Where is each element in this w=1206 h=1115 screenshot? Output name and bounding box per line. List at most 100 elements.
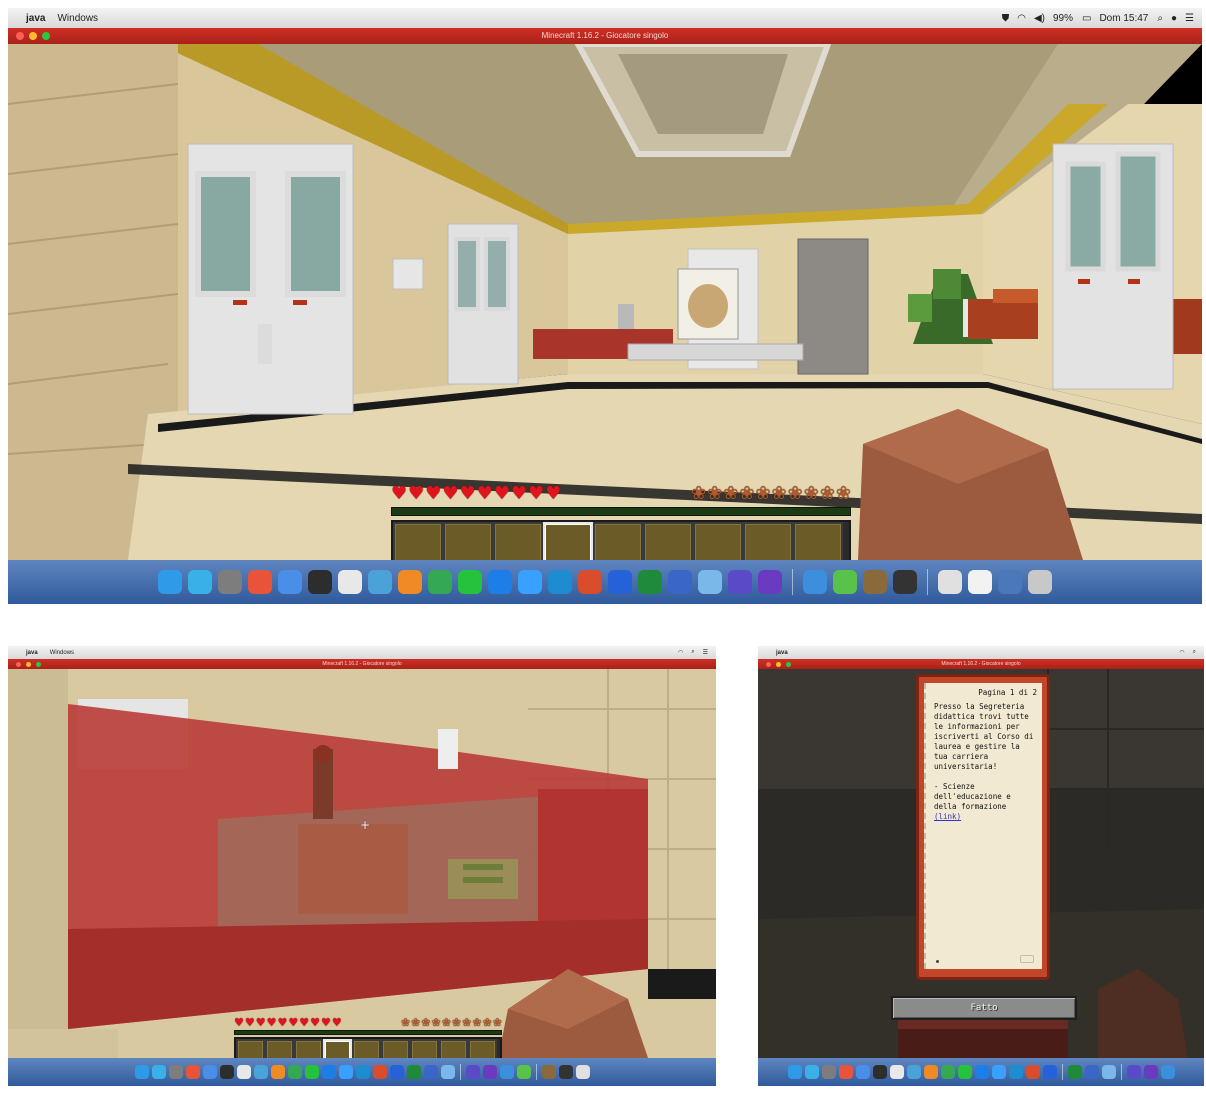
menu-window[interactable]: Windows — [50, 650, 74, 656]
book-link[interactable]: (link) — [934, 812, 961, 821]
dock-app-icon[interactable] — [219, 1065, 234, 1079]
dock-app-icon[interactable] — [287, 1065, 302, 1079]
dock-app-icon[interactable] — [558, 1065, 573, 1079]
close-icon[interactable] — [16, 32, 24, 40]
dock-app-icon[interactable] — [1025, 1065, 1040, 1079]
volume-icon[interactable]: ◀) — [1034, 13, 1045, 24]
dock-app-icon[interactable] — [938, 570, 962, 594]
search-icon[interactable]: ⌕ — [691, 649, 694, 656]
dock-app-icon[interactable] — [889, 1065, 904, 1079]
dock-app-icon[interactable] — [608, 570, 632, 594]
dock-app-icon[interactable] — [278, 570, 302, 594]
dock-app-icon[interactable] — [516, 1065, 531, 1079]
dock-app-icon[interactable] — [368, 570, 392, 594]
dock-app-icon[interactable] — [787, 1065, 802, 1079]
dock-app-icon[interactable] — [1042, 1065, 1057, 1079]
zoom-icon[interactable] — [786, 661, 791, 667]
close-icon[interactable] — [16, 661, 21, 667]
dock-app-icon[interactable] — [458, 570, 482, 594]
dock-app-icon[interactable] — [548, 570, 572, 594]
search-icon[interactable]: ⌕ — [1193, 649, 1196, 656]
game-viewport[interactable]: Pagina 1 di 2 Presso la Segreteria didat… — [758, 669, 1204, 1058]
dock-app-icon[interactable] — [398, 570, 422, 594]
dock-app-icon[interactable] — [838, 1065, 853, 1079]
dock-app-icon[interactable] — [482, 1065, 497, 1079]
dock-app-icon[interactable] — [855, 1065, 870, 1079]
wifi-icon[interactable]: ◠ — [1179, 649, 1184, 656]
hotbar-slot[interactable] — [352, 1039, 381, 1058]
done-button[interactable]: Fatto — [891, 996, 1077, 1020]
dock-app-icon[interactable] — [758, 570, 782, 594]
dock-app-icon[interactable] — [321, 1065, 336, 1079]
hotbar-slot[interactable] — [743, 522, 793, 560]
menu-app-name[interactable]: java — [26, 13, 45, 24]
dock-app-icon[interactable] — [428, 570, 452, 594]
zoom-icon[interactable] — [42, 32, 50, 40]
wifi-icon[interactable]: ◠ — [678, 649, 683, 656]
dock-app-icon[interactable] — [638, 570, 662, 594]
dock-app-icon[interactable] — [1008, 1065, 1023, 1079]
dock-app-icon[interactable] — [1126, 1065, 1141, 1079]
dock-app-icon[interactable] — [158, 570, 182, 594]
hotbar-slot[interactable] — [294, 1039, 323, 1058]
siri-icon[interactable]: ● — [1171, 13, 1177, 24]
close-icon[interactable] — [766, 661, 771, 667]
zoom-icon[interactable] — [36, 661, 41, 667]
dock-app-icon[interactable] — [168, 1065, 183, 1079]
dock-app-icon[interactable] — [1067, 1065, 1082, 1079]
hotbar-slot[interactable] — [323, 1039, 352, 1058]
hotbar-slot[interactable] — [393, 522, 443, 560]
dock-app-icon[interactable] — [372, 1065, 387, 1079]
menu-app-name[interactable]: java — [776, 650, 788, 656]
dock-app-icon[interactable] — [355, 1065, 370, 1079]
window-title-bar[interactable]: Minecraft 1.16.2 - Giocatore singolo — [8, 659, 716, 669]
dock-app-icon[interactable] — [465, 1065, 480, 1079]
dock-app-icon[interactable] — [518, 570, 542, 594]
window-title-bar[interactable]: Minecraft 1.16.2 - Giocatore singolo — [758, 659, 1204, 669]
dock-app-icon[interactable] — [499, 1065, 514, 1079]
dock-app-icon[interactable] — [389, 1065, 404, 1079]
trash-icon[interactable] — [1160, 1065, 1175, 1079]
search-icon[interactable]: ⌕ — [1157, 13, 1163, 24]
menu-app-name[interactable]: java — [26, 650, 38, 656]
battery-icon[interactable]: ▭ — [1082, 13, 1091, 24]
minimize-icon[interactable] — [29, 32, 37, 40]
dock-app-icon[interactable] — [253, 1065, 268, 1079]
hotbar-slot[interactable] — [410, 1039, 439, 1058]
menu-window[interactable]: Windows — [57, 13, 98, 24]
dock-app-icon[interactable] — [803, 570, 827, 594]
dock-app-icon[interactable] — [338, 570, 362, 594]
battery-percent[interactable]: 99% — [1053, 13, 1073, 24]
dock-app-icon[interactable] — [940, 1065, 955, 1079]
dock-app-icon[interactable] — [304, 1065, 319, 1079]
dock-app-icon[interactable] — [338, 1065, 353, 1079]
dock-app-icon[interactable] — [698, 570, 722, 594]
trash-icon[interactable] — [575, 1065, 590, 1079]
wifi-icon[interactable]: ◠ — [1017, 13, 1026, 24]
dock-app-icon[interactable] — [1084, 1065, 1099, 1079]
dock-app-icon[interactable] — [270, 1065, 285, 1079]
window-title-bar[interactable]: Minecraft 1.16.2 - Giocatore singolo — [8, 28, 1202, 44]
dock-app-icon[interactable] — [578, 570, 602, 594]
hotbar-slot[interactable] — [439, 1039, 468, 1058]
dock-app-icon[interactable] — [202, 1065, 217, 1079]
dock-app-icon[interactable] — [863, 570, 887, 594]
hotbar-slot[interactable] — [543, 522, 593, 560]
dock-app-icon[interactable] — [668, 570, 692, 594]
hotbar-slot[interactable] — [793, 522, 843, 560]
dock-app-icon[interactable] — [236, 1065, 251, 1079]
dock-app-icon[interactable] — [821, 1065, 836, 1079]
hotbar-slot[interactable] — [236, 1039, 265, 1058]
control-center-icon[interactable]: ☰ — [1185, 13, 1194, 24]
hotbar[interactable] — [391, 520, 851, 560]
dock-app-icon[interactable] — [872, 1065, 887, 1079]
hotbar-slot[interactable] — [443, 522, 493, 560]
dock-app-icon[interactable] — [804, 1065, 819, 1079]
control-center-icon[interactable]: ☰ — [703, 649, 708, 656]
game-viewport[interactable]: + ♥ ♥ ♥ ♥ ♥ ♥ ♥ ♥ ♥ ♥ ❀ ❀ ❀ ❀ ❀ ❀ ❀ ❀ ❀ ❀ — [8, 669, 716, 1058]
dock-app-icon[interactable] — [906, 1065, 921, 1079]
dock-app-icon[interactable] — [728, 570, 752, 594]
hotbar-slot[interactable] — [468, 1039, 497, 1058]
minimize-icon[interactable] — [776, 661, 781, 667]
game-viewport[interactable]: ♥ ♥ ♥ ♥ ♥ ♥ ♥ ♥ ♥ ♥ ❀ ❀ ❀ ❀ ❀ ❀ ❀ ❀ ❀ ❀ — [8, 44, 1202, 560]
